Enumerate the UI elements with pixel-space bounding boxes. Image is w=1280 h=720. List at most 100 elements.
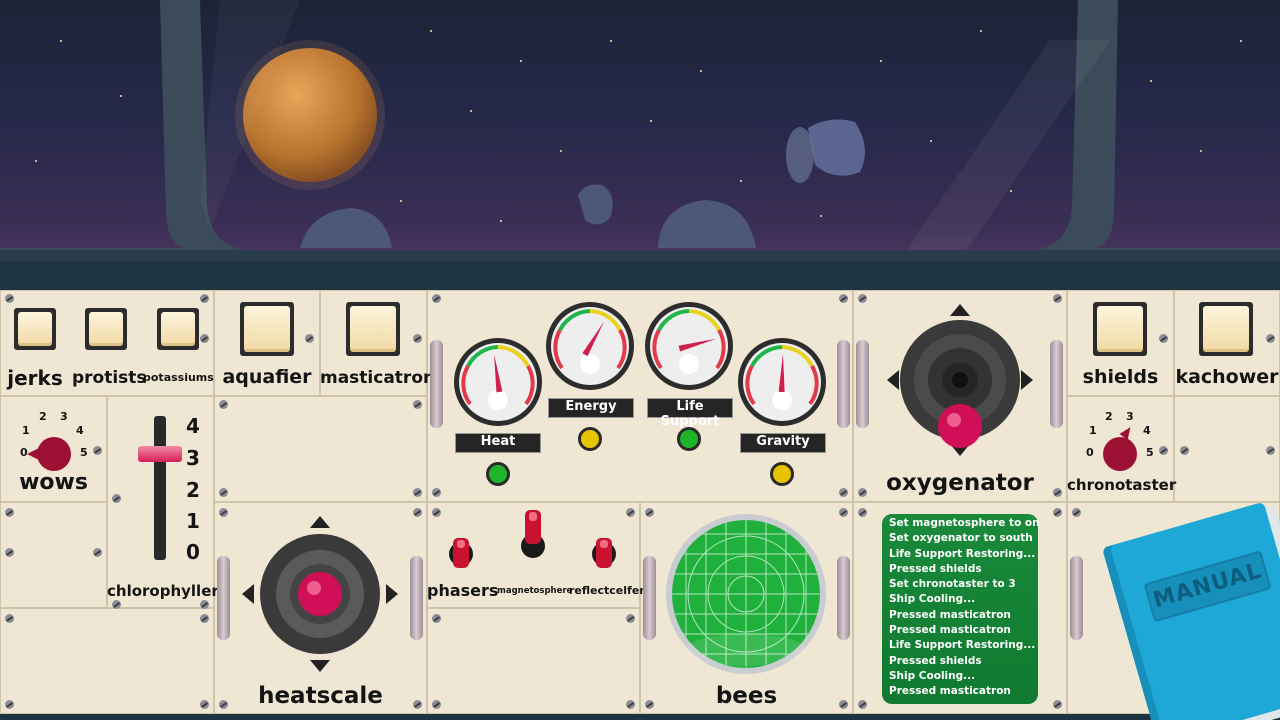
screw-icon [1072, 508, 1081, 517]
slider-tick: 3 [186, 446, 200, 470]
screw-icon [858, 700, 867, 709]
screw-icon [413, 400, 422, 409]
dial-tick: 4 [76, 424, 84, 437]
log-line: Set magnetosphere to on [889, 517, 1040, 529]
slider-track[interactable] [154, 416, 166, 560]
kachower-button[interactable] [1199, 302, 1253, 356]
dashboard-bottom-trim [0, 714, 1280, 720]
screw-icon [200, 334, 209, 343]
shields-label: shields [1082, 366, 1159, 388]
gravity-status-light [770, 462, 794, 486]
bees-label: bees [715, 683, 778, 709]
energy-gauge-label: Energy [548, 398, 634, 418]
screw-icon [305, 334, 314, 343]
aquafier-button[interactable] [240, 302, 294, 356]
screw-icon [112, 494, 121, 503]
masticatron-button[interactable] [346, 302, 400, 356]
heat-gauge-label: Heat [455, 433, 541, 453]
screw-icon [432, 614, 441, 623]
log-line: Life Support Restoring... [889, 547, 1036, 560]
protists-label: protists [72, 368, 147, 388]
chronotaster-dial[interactable] [1103, 437, 1137, 471]
screw-icon [219, 400, 228, 409]
heat-gauge [452, 336, 544, 428]
screw-icon [1266, 334, 1275, 343]
event-log: Set magnetosphere to on Set oxygenator t… [882, 514, 1040, 704]
masticatron-label: masticatron [320, 368, 436, 388]
panel-blank [1174, 396, 1280, 502]
log-line: Life Support Restoring... [889, 639, 1036, 652]
phasers-switch[interactable] [447, 534, 477, 574]
screw-icon [626, 614, 635, 623]
dial-pointer-icon [27, 448, 39, 460]
screw-icon [1159, 334, 1168, 343]
dial-tick: 1 [22, 424, 30, 437]
shields-button[interactable] [1093, 302, 1147, 356]
screw-icon [432, 700, 441, 709]
life-support-gauge [643, 300, 735, 392]
screw-icon [112, 600, 121, 609]
life-support-status-light [677, 427, 701, 451]
spaceship-cockpit: jerks protists potassiums aquafier masti… [0, 0, 1280, 720]
jerks-label: jerks [7, 366, 63, 390]
jerks-button[interactable] [14, 308, 56, 350]
log-line: Ship Cooling... [889, 593, 976, 606]
magnetosphere-switch[interactable] [519, 508, 549, 558]
screw-icon [5, 700, 14, 709]
screw-icon [5, 294, 14, 303]
chronotaster-label: chronotaster [1067, 476, 1177, 494]
dial-tick: 5 [1146, 446, 1154, 459]
phasers-label: phasers [427, 581, 499, 600]
dial-tick: 2 [39, 410, 47, 423]
heat-status-light [486, 462, 510, 486]
log-line: Pressed shields [889, 654, 982, 667]
panel-blank [427, 608, 640, 714]
log-line: Pressed masticatron [889, 685, 1011, 698]
wows-dial[interactable] [37, 437, 71, 471]
screw-icon [413, 334, 422, 343]
screw-icon [1053, 700, 1062, 709]
screw-icon [200, 600, 209, 609]
screw-icon [1159, 446, 1168, 455]
protists-button[interactable] [85, 308, 127, 350]
magnetosphere-label: magnetosphere [497, 586, 573, 596]
screw-icon [1180, 446, 1189, 455]
asteroid [658, 200, 756, 248]
slider-tick: 0 [186, 540, 200, 564]
screw-icon [200, 294, 209, 303]
screw-icon [219, 488, 228, 497]
screw-icon [413, 488, 422, 497]
potassiums-button[interactable] [157, 308, 199, 350]
bees-radar[interactable] [640, 510, 853, 680]
kachower-label: kachower [1175, 366, 1279, 388]
screw-icon [1266, 446, 1275, 455]
dial-tick: 3 [60, 410, 68, 423]
slider-handle[interactable] [138, 446, 182, 462]
oxygenator-label: oxygenator [886, 470, 1034, 496]
slider-tick: 4 [186, 414, 200, 438]
slider-tick: 1 [186, 509, 200, 533]
dial-tick: 3 [1126, 410, 1134, 423]
panel-blank [214, 396, 427, 502]
dial-tick: 4 [1143, 424, 1151, 437]
log-line: Pressed masticatron [889, 624, 1011, 637]
dial-tick: 2 [1105, 410, 1113, 423]
screw-icon [626, 700, 635, 709]
screw-icon [1053, 508, 1062, 517]
reflectcelfer-switch[interactable] [590, 534, 620, 574]
log-line: Pressed shields [889, 562, 982, 575]
heatscale-joystick[interactable] [214, 510, 427, 690]
screw-icon [93, 446, 102, 455]
asteroid [300, 208, 392, 248]
gravity-gauge-label: Gravity [740, 433, 826, 453]
window-frame-right [1035, 0, 1280, 250]
screw-icon [5, 508, 14, 517]
screw-icon [200, 700, 209, 709]
dial-tick: 0 [1086, 446, 1094, 459]
dashboard-top-trim-dark [0, 262, 1280, 290]
heatscale-label: heatscale [258, 683, 383, 709]
screw-icon [5, 548, 14, 557]
asteroid [808, 119, 865, 176]
gravity-gauge [736, 336, 828, 428]
panel-blank [0, 608, 214, 714]
